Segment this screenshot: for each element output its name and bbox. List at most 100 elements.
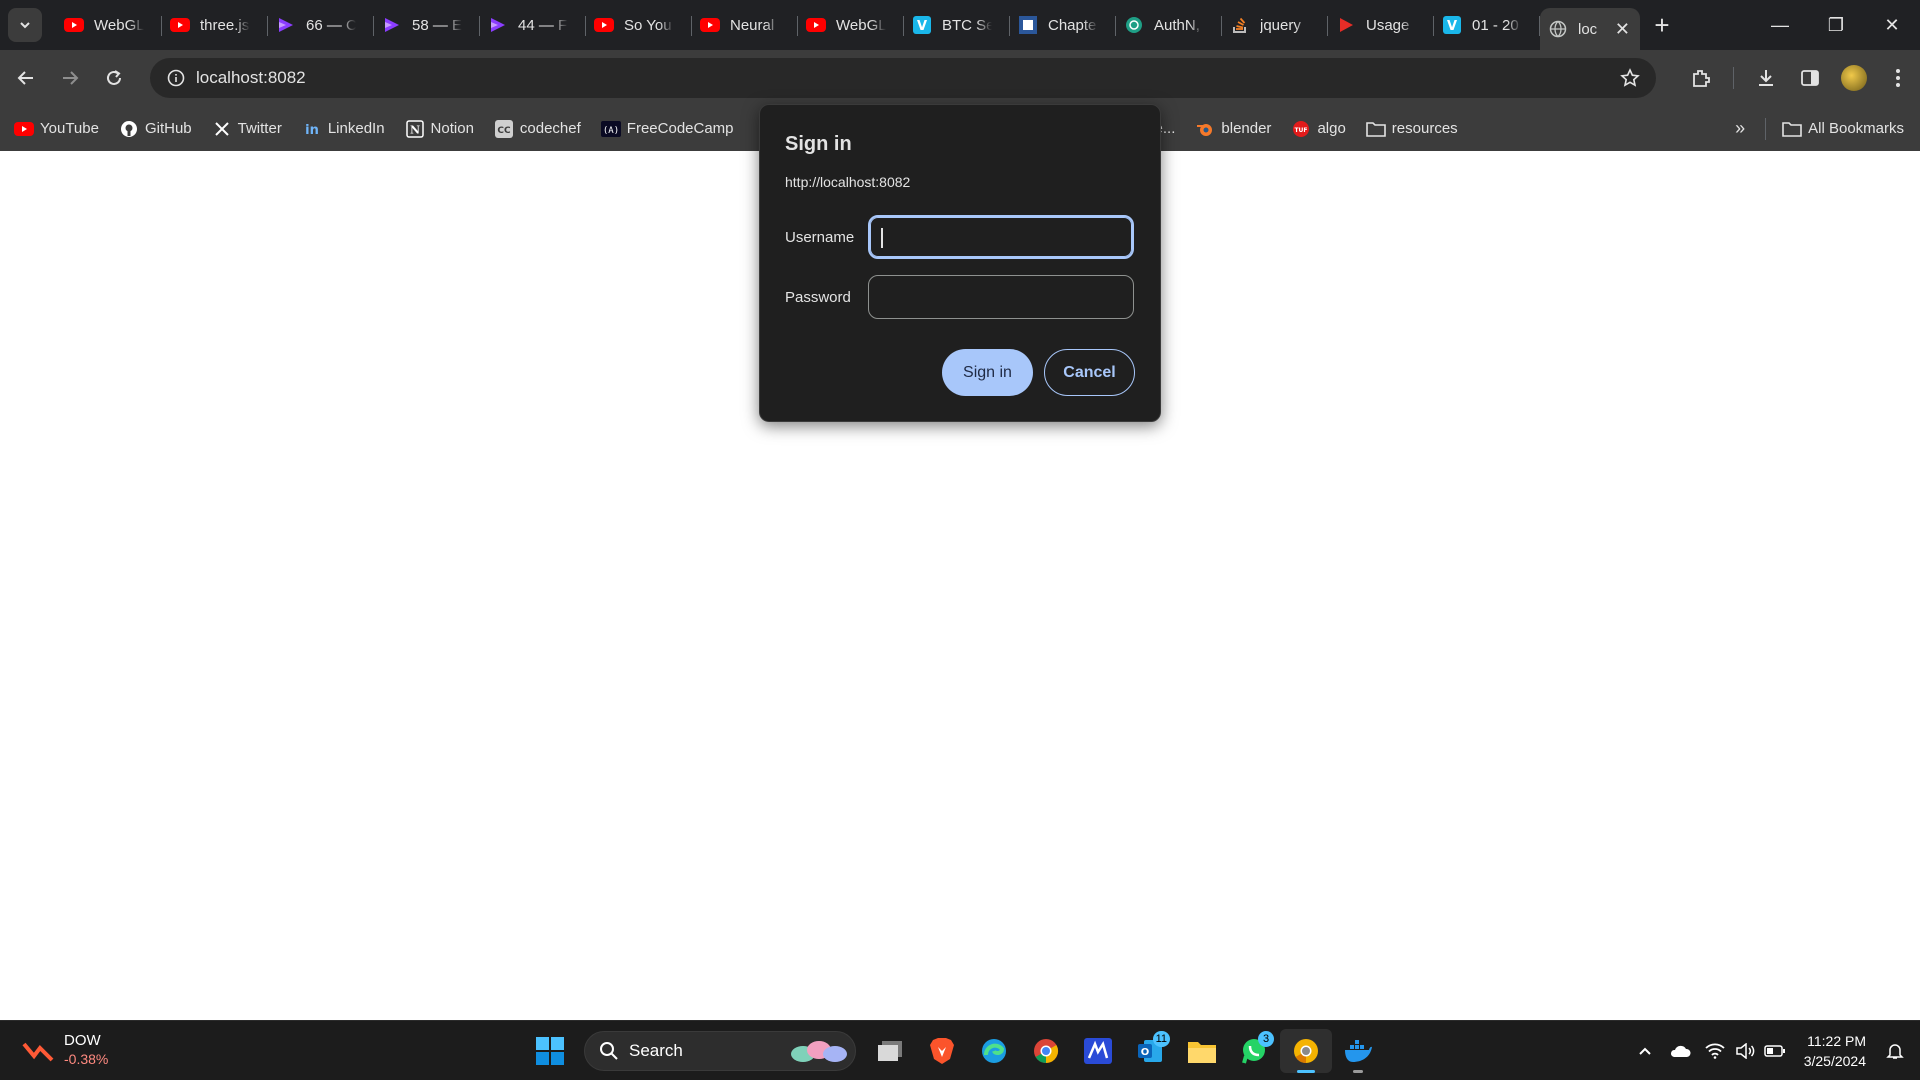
downloads-icon[interactable] (1744, 58, 1788, 98)
close-tab-icon[interactable]: ✕ (1615, 19, 1630, 40)
svg-text:(A): (A) (603, 126, 619, 136)
sign-in-dialog: Sign in http://localhost:8082 Username P… (759, 104, 1161, 422)
tab[interactable]: jquery (1222, 0, 1328, 50)
tab[interactable]: three.js (162, 0, 268, 50)
bookmark-label: Twitter (237, 120, 282, 137)
side-panel-icon[interactable] (1788, 58, 1832, 98)
wifi-icon[interactable] (1700, 1021, 1730, 1080)
forward-button[interactable] (50, 58, 90, 98)
tray-overflow-chevron-icon[interactable] (1630, 1021, 1660, 1080)
tab[interactable]: Chapte (1010, 0, 1116, 50)
restore-icon[interactable]: ❐ (1808, 0, 1864, 50)
running-indicator (1297, 1070, 1315, 1073)
notifications-bell-icon[interactable] (1880, 1021, 1910, 1080)
volume-icon[interactable] (1730, 1021, 1760, 1080)
bookmark-item[interactable]: Twitter (212, 120, 282, 138)
onedrive-cloud-icon[interactable] (1660, 1021, 1700, 1080)
bookmark-item[interactable]: TUF algo (1291, 120, 1346, 138)
site-info-icon[interactable] (156, 69, 196, 87)
bookmark-item[interactable]: in LinkedIn (302, 120, 385, 138)
bookmark-item[interactable]: GitHub (119, 120, 192, 138)
tab-search-button[interactable] (8, 8, 42, 42)
app-m-icon (1084, 1038, 1112, 1064)
vimeo-icon: V (1442, 15, 1462, 35)
notification-badge: 3 (1258, 1031, 1274, 1047)
chrome-icon (1032, 1037, 1060, 1065)
taskbar-app-task-view[interactable] (864, 1029, 916, 1073)
github-icon (119, 120, 139, 138)
username-field[interactable] (868, 215, 1134, 259)
tab-title: 66 — C (306, 16, 356, 34)
taskbar-app-app-m[interactable] (1072, 1029, 1124, 1073)
reload-button[interactable] (94, 58, 134, 98)
tab[interactable]: 66 — C (268, 0, 374, 50)
taskbar-app-file-explorer[interactable] (1176, 1029, 1228, 1073)
youtube-icon (64, 15, 84, 35)
close-window-icon[interactable]: ✕ (1864, 0, 1920, 50)
taskbar-search[interactable]: Search (584, 1031, 856, 1071)
tab[interactable]: Neural (692, 0, 798, 50)
taskbar-app-chrome[interactable] (1020, 1029, 1072, 1073)
username-label: Username (785, 229, 855, 246)
course-icon (382, 15, 402, 35)
clock[interactable]: 11:22 PM 3/25/2024 (1804, 1031, 1866, 1071)
stock-widget[interactable]: DOW -0.38% (22, 1031, 108, 1069)
folder-icon (1365, 120, 1386, 138)
svg-text:CC: CC (497, 126, 511, 136)
tab-title: 01 - 20 (1472, 16, 1519, 34)
tab[interactable]: Usage (1328, 0, 1434, 50)
svg-text:O: O (1141, 1047, 1150, 1058)
taskbar-app-brave[interactable] (916, 1029, 968, 1073)
tab[interactable]: 58 — E (374, 0, 480, 50)
tab[interactable]: WebGL (798, 0, 904, 50)
stock-chart-icon (22, 1042, 54, 1062)
extensions-icon[interactable] (1679, 58, 1723, 98)
new-tab-button[interactable]: + (1644, 7, 1680, 43)
back-button[interactable] (6, 58, 46, 98)
cancel-button[interactable]: Cancel (1044, 349, 1135, 396)
all-bookmarks-label: All Bookmarks (1808, 120, 1904, 137)
tab-title: loc (1578, 20, 1598, 38)
tab-strip: WebGL three.js 66 — C 58 — E 44 — F So You Neu… (0, 0, 1920, 50)
tab[interactable]: WebGL (56, 0, 162, 50)
active-tab[interactable]: loc ✕ (1540, 8, 1640, 50)
bookmark-item[interactable]: blender (1195, 120, 1271, 138)
profile-avatar[interactable] (1832, 58, 1876, 98)
brave-icon (929, 1037, 955, 1065)
youtube-icon (806, 15, 826, 35)
battery-icon[interactable] (1760, 1021, 1790, 1080)
bookmark-item[interactable]: YouTube (14, 120, 99, 138)
tab[interactable]: 44 — F (480, 0, 586, 50)
bookmark-item[interactable]: (A) FreeCodeCamp (600, 120, 734, 138)
minimize-icon[interactable]: — (1752, 0, 1808, 50)
file-explorer-icon (1187, 1038, 1217, 1064)
bookmark-label: YouTube (40, 120, 99, 137)
address-url[interactable]: localhost:8082 (196, 68, 306, 88)
bookmark-item[interactable]: CC codechef (494, 119, 581, 138)
more-bookmarks-chevron-icon[interactable]: » (1735, 118, 1745, 139)
taskbar-app-whatsapp[interactable]: 3 (1228, 1029, 1280, 1073)
svg-text:in: in (305, 123, 319, 137)
taskbar-app-edge[interactable] (968, 1029, 1020, 1073)
bookmark-item[interactable]: resources (1365, 120, 1458, 138)
password-field[interactable] (868, 275, 1134, 319)
bookmark-label: codechef (519, 120, 581, 137)
document-icon (1018, 15, 1038, 35)
menu-kebab-icon[interactable] (1876, 58, 1920, 98)
all-bookmarks-button[interactable]: All Bookmarks (1782, 120, 1904, 138)
bookmark-star-icon[interactable] (1620, 68, 1640, 93)
course-icon (276, 15, 296, 35)
sign-in-button[interactable]: Sign in (942, 349, 1033, 396)
taskbar-app-outlook[interactable]: O 11 (1124, 1029, 1176, 1073)
start-button[interactable] (524, 1029, 576, 1073)
taskbar-app-docker[interactable] (1332, 1029, 1384, 1073)
tab[interactable]: AuthN, (1116, 0, 1222, 50)
svg-text:N: N (410, 123, 420, 136)
tab[interactable]: V BTC Se (904, 0, 1010, 50)
tab[interactable]: So You (586, 0, 692, 50)
notification-badge: 11 (1152, 1031, 1170, 1047)
bookmark-item[interactable]: N Notion (405, 119, 474, 138)
taskbar-app-chrome-canary[interactable] (1280, 1029, 1332, 1073)
address-bar[interactable]: localhost:8082 (150, 58, 1656, 98)
tab[interactable]: V 01 - 20 (1434, 0, 1540, 50)
